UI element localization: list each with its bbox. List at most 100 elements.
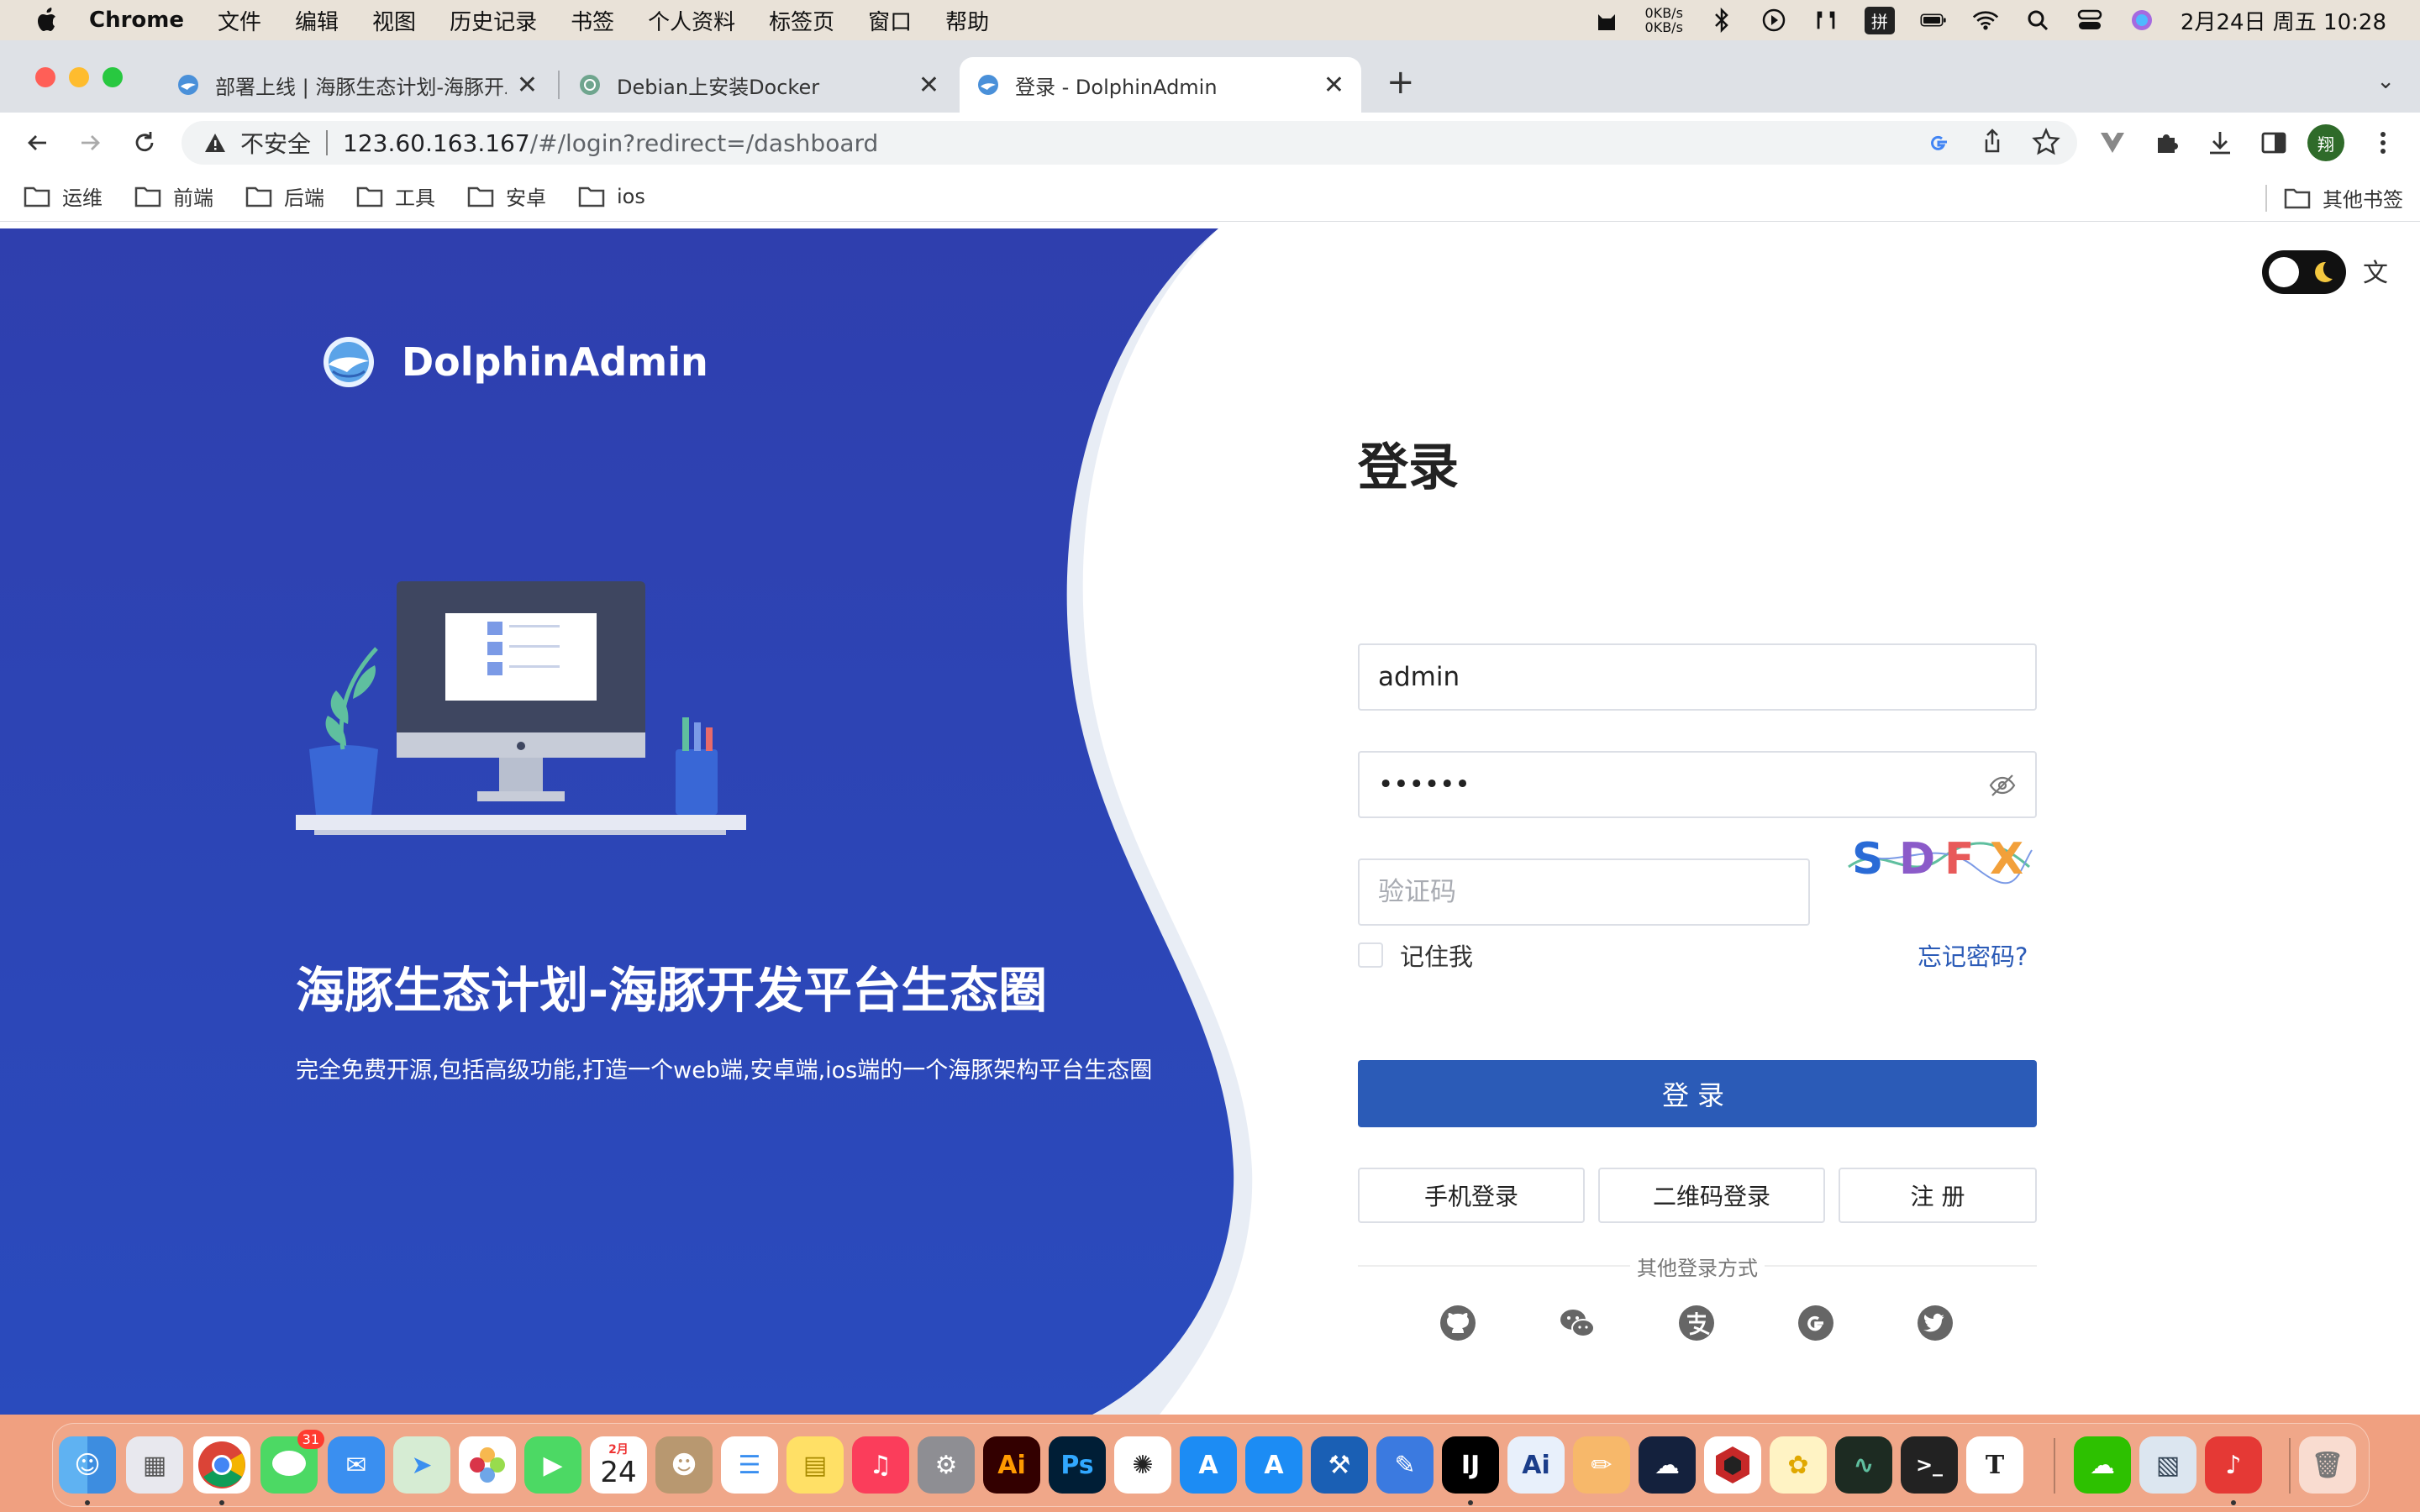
bookmark-folder-frontend[interactable]: 前端 bbox=[134, 181, 213, 211]
cat-icon[interactable] bbox=[1593, 7, 1620, 34]
github-icon[interactable] bbox=[1439, 1304, 1477, 1342]
xcode-icon[interactable]: ⚒ bbox=[1311, 1436, 1368, 1494]
app-store-icon[interactable]: A bbox=[1180, 1436, 1237, 1494]
developer-app-icon[interactable]: A bbox=[1245, 1436, 1302, 1494]
reload-icon[interactable] bbox=[129, 128, 160, 158]
tab-deploy[interactable]: 部署上线 | 海豚生态计划-海豚开发平台 ✕ bbox=[160, 57, 555, 113]
chrome-icon[interactable] bbox=[193, 1436, 250, 1494]
bookmark-star-icon[interactable] bbox=[2032, 128, 2060, 156]
captcha-input[interactable] bbox=[1378, 877, 1808, 907]
play-circle-icon[interactable] bbox=[1760, 7, 1787, 34]
system-settings-icon[interactable]: ⚙ bbox=[918, 1436, 975, 1494]
not-secure-label[interactable]: 不安全 bbox=[240, 126, 311, 160]
siri-icon[interactable] bbox=[2128, 7, 2155, 34]
twitter-icon[interactable] bbox=[1916, 1304, 1954, 1342]
finder-icon[interactable]: ☺ bbox=[59, 1436, 116, 1494]
bookmark-folder-ios[interactable]: ios bbox=[578, 185, 645, 208]
mail-icon[interactable]: ✉ bbox=[328, 1436, 385, 1494]
more-menu-icon[interactable] bbox=[2368, 128, 2398, 158]
photoshop-icon[interactable]: Ps bbox=[1049, 1436, 1106, 1494]
bookmark-folder-backend[interactable]: 后端 bbox=[245, 181, 324, 211]
reminders-icon[interactable]: ☰ bbox=[721, 1436, 778, 1494]
menu-file[interactable]: 文件 bbox=[218, 5, 261, 36]
launchpad-icon[interactable]: ▦ bbox=[126, 1436, 183, 1494]
not-secure-warning-icon[interactable] bbox=[203, 131, 227, 155]
navicat-icon[interactable]: ✿ bbox=[1770, 1436, 1827, 1494]
remember-me[interactable]: 记住我 bbox=[1358, 937, 1473, 973]
trash-icon[interactable]: 🗑 bbox=[2299, 1436, 2356, 1494]
intellij-idea-icon[interactable]: IJ bbox=[1442, 1436, 1499, 1494]
url-path[interactable]: /#/login?redirect=/dashboard bbox=[530, 129, 879, 157]
wechat-icon[interactable] bbox=[1558, 1304, 1597, 1342]
other-bookmarks[interactable]: 其他书签 bbox=[2265, 183, 2403, 213]
forgot-password-link[interactable]: 忘记密码? bbox=[1918, 937, 2028, 973]
share-icon[interactable] bbox=[1978, 128, 2007, 156]
bookmark-folder-ops[interactable]: 运维 bbox=[24, 181, 103, 211]
pencil-app-icon[interactable]: ✏ bbox=[1573, 1436, 1630, 1494]
redis-app-icon[interactable] bbox=[1704, 1436, 1761, 1494]
preview-icon[interactable]: ▧ bbox=[2139, 1436, 2196, 1494]
wechat-app-icon[interactable]: ☁ bbox=[2074, 1436, 2131, 1494]
register-button[interactable]: 注 册 bbox=[1839, 1168, 2037, 1223]
bluetooth-icon[interactable] bbox=[1708, 7, 1735, 34]
simulator-icon[interactable]: ✎ bbox=[1376, 1436, 1434, 1494]
tab-close-icon[interactable]: ✕ bbox=[517, 71, 538, 100]
google-lens-icon[interactable] bbox=[1924, 128, 1953, 156]
remember-checkbox[interactable] bbox=[1358, 942, 1383, 968]
facetime-icon[interactable]: ▶ bbox=[524, 1436, 581, 1494]
ai-assistant-icon[interactable]: Ai bbox=[1507, 1436, 1565, 1494]
tab-debian-docker[interactable]: Debian上安装Docker ✕ bbox=[561, 57, 956, 113]
language-translate-icon[interactable]: 文 bbox=[2363, 252, 2388, 289]
window-zoom-button[interactable] bbox=[103, 67, 123, 87]
login-submit-button[interactable]: 登录 bbox=[1358, 1060, 2037, 1127]
username-field[interactable] bbox=[1358, 643, 2037, 711]
terminal-icon[interactable]: >_ bbox=[1901, 1436, 1958, 1494]
eye-off-icon[interactable] bbox=[1988, 773, 2017, 798]
download-icon[interactable] bbox=[2205, 128, 2235, 158]
input-method-badge[interactable]: 拼 bbox=[1864, 6, 1895, 34]
netease-music-icon[interactable]: ♪ bbox=[2205, 1436, 2262, 1494]
back-arrow-icon[interactable] bbox=[22, 128, 52, 158]
cloud-app-icon[interactable]: ☁ bbox=[1639, 1436, 1696, 1494]
forward-arrow-icon[interactable] bbox=[76, 128, 106, 158]
captcha-field[interactable] bbox=[1358, 858, 1810, 926]
url-host[interactable]: 123.60.163.167 bbox=[343, 129, 530, 157]
spotlight-search-icon[interactable] bbox=[2024, 7, 2051, 34]
username-input[interactable] bbox=[1378, 662, 2035, 692]
new-tab-button[interactable]: + bbox=[1386, 66, 1415, 99]
notes-icon[interactable]: ▤ bbox=[786, 1436, 844, 1494]
qrcode-login-button[interactable]: 二维码登录 bbox=[1598, 1168, 1825, 1223]
airpods-icon[interactable] bbox=[1812, 7, 1839, 34]
bookmark-folder-tools[interactable]: 工具 bbox=[356, 181, 435, 211]
captcha-image[interactable]: S D F X bbox=[1840, 816, 2035, 892]
menu-history[interactable]: 历史记录 bbox=[450, 5, 537, 36]
contacts-icon[interactable]: ☻ bbox=[655, 1436, 713, 1494]
address-bar[interactable]: 不安全 123.60.163.167 /#/login?redirect=/da… bbox=[182, 121, 2077, 165]
photos-icon[interactable] bbox=[459, 1436, 516, 1494]
menubar-clock[interactable]: 2月24日 周五 10:28 bbox=[2181, 5, 2386, 36]
tab-close-icon[interactable]: ✕ bbox=[918, 71, 939, 100]
wifi-icon[interactable] bbox=[1972, 7, 1999, 34]
side-panel-icon[interactable] bbox=[2259, 128, 2289, 158]
phone-login-button[interactable]: 手机登录 bbox=[1358, 1168, 1585, 1223]
menu-edit[interactable]: 编辑 bbox=[295, 5, 339, 36]
menu-view[interactable]: 视图 bbox=[372, 5, 416, 36]
google-icon[interactable] bbox=[1797, 1304, 1835, 1342]
alipay-icon[interactable] bbox=[1677, 1304, 1716, 1342]
tab-search-chevron-icon[interactable]: ⌄ bbox=[2376, 69, 2395, 94]
tab-close-icon[interactable]: ✕ bbox=[1323, 71, 1344, 100]
menu-help[interactable]: 帮助 bbox=[945, 5, 989, 36]
menu-profiles[interactable]: 个人资料 bbox=[648, 5, 735, 36]
extensions-puzzle-icon[interactable] bbox=[2151, 128, 2181, 158]
window-close-button[interactable] bbox=[35, 67, 55, 87]
activity-monitor-icon[interactable]: ∿ bbox=[1835, 1436, 1892, 1494]
control-center-icon[interactable] bbox=[2076, 7, 2103, 34]
vue-devtools-extension-icon[interactable] bbox=[2097, 128, 2128, 158]
password-input[interactable] bbox=[1378, 769, 2035, 800]
menu-app-name[interactable]: Chrome bbox=[89, 8, 184, 33]
menu-bookmarks[interactable]: 书签 bbox=[571, 5, 614, 36]
calendar-icon[interactable]: 2月 24 bbox=[590, 1436, 647, 1494]
window-minimize-button[interactable] bbox=[69, 67, 89, 87]
bookmark-folder-android[interactable]: 安卓 bbox=[467, 181, 546, 211]
maps-icon[interactable]: ➤ bbox=[393, 1436, 450, 1494]
